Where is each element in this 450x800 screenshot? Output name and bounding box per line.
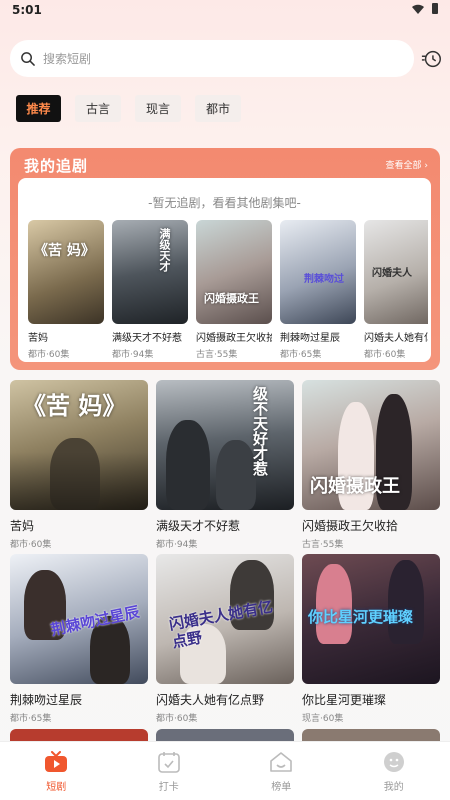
drama-title: 荆棘吻过星辰 <box>10 693 83 707</box>
drama-poster: 你比星河更璀璨 <box>302 554 440 684</box>
tv-icon <box>45 751 68 772</box>
tab-modern[interactable]: 现言 <box>135 95 181 122</box>
tab-ancient[interactable]: 古言 <box>75 95 121 122</box>
poster-shade <box>10 451 148 510</box>
poster-figure <box>316 564 352 644</box>
battery-icon <box>432 3 438 14</box>
poster-figure <box>166 420 210 510</box>
nav-label: 我的 <box>383 782 404 793</box>
drama-poster: 闪婚摄政王 <box>302 380 440 510</box>
profile-face-icon <box>383 752 404 772</box>
drama-title: 苦妈 <box>10 519 35 533</box>
mini-drama-title: 闪婚摄政王欠收拾 <box>196 333 272 344</box>
status-icons <box>412 3 438 14</box>
poster-title-art: 闪婚夫人 <box>372 268 412 279</box>
mini-drama-card[interactable]: 荆棘吻过 荆棘吻过星辰 都市·65集 <box>280 220 356 360</box>
nav-profile[interactable]: 我的 <box>338 742 450 800</box>
status-bar: 5:01 <box>0 0 450 22</box>
drama-poster: 《苦 妈》 <box>28 220 104 324</box>
ranking-house-icon <box>270 752 293 772</box>
drama-poster: 闪婚摄政王 <box>196 220 272 324</box>
drama-meta: 古言·55集 <box>302 540 344 550</box>
poster-title-art: 荆棘吻过 <box>304 274 344 285</box>
drama-card[interactable]: 荆棘吻过星辰 荆棘吻过星辰 都市·65集 <box>10 554 148 724</box>
drama-title: 你比星河更璀璨 <box>302 693 387 707</box>
poster-title-art: 你比星河更璀璨 <box>308 608 414 626</box>
mini-drama-card[interactable]: 闪婚摄政王 闪婚摄政王欠收拾 古言·55集 <box>196 220 272 360</box>
mini-drama-meta: 都市·60集 <box>364 350 406 360</box>
mini-drama-card[interactable]: 满级天才 满级天才不好惹 都市·94集 <box>112 220 188 360</box>
drama-title: 闪婚夫人她有亿点野 <box>156 693 265 707</box>
view-all-link[interactable]: 查看全部 › <box>386 158 428 171</box>
mini-drama-meta: 都市·60集 <box>28 350 70 360</box>
mini-drama-card[interactable]: 闪婚夫人 闪婚夫人她有亿点野 都市·60集 <box>364 220 428 360</box>
poster-title-art: 级不天好才惹 <box>251 386 269 476</box>
mini-drama-title: 苦妈 <box>28 333 48 344</box>
drama-title: 满级天才不好惹 <box>156 519 241 533</box>
my-follows-content: -暂无追剧，看看其他剧集吧- 《苦 妈》 苦妈 都市·60集 满级天才 满级天才… <box>18 178 431 362</box>
drama-card[interactable]: 闪婚夫人她有亿点野 闪婚夫人她有亿点野 都市·60集 <box>156 554 294 724</box>
drama-meta: 都市·65集 <box>10 714 52 724</box>
mini-drama-title: 荆棘吻过星辰 <box>280 333 340 344</box>
nav-label: 短剧 <box>46 782 67 793</box>
poster-title-art: 《苦 妈》 <box>22 391 127 420</box>
mini-drama-meta: 都市·94集 <box>112 350 154 360</box>
mini-drama-title: 满级天才不好惹 <box>112 333 182 344</box>
drama-title: 闪婚摄政王欠收拾 <box>302 519 399 533</box>
drama-card[interactable]: 级不天好才惹 满级天才不好惹 都市·94集 <box>156 380 294 550</box>
my-follows-panel: 我的追剧 查看全部 › -暂无追剧，看看其他剧集吧- 《苦 妈》 苦妈 都市·6… <box>10 148 440 370</box>
drama-poster: 级不天好才惹 <box>156 380 294 510</box>
status-time: 5:01 <box>12 3 42 17</box>
drama-poster: 闪婚夫人她有亿点野 <box>156 554 294 684</box>
drama-meta: 都市·60集 <box>156 714 198 724</box>
drama-card[interactable]: 《苦 妈》 苦妈 都市·60集 <box>10 380 148 550</box>
drama-card[interactable]: 你比星河更璀璨 你比星河更璀璨 现言·60集 <box>302 554 440 724</box>
search-box[interactable] <box>10 40 414 77</box>
mini-drama-card[interactable]: 《苦 妈》 苦妈 都市·60集 <box>28 220 104 360</box>
nav-label: 打卡 <box>158 782 179 793</box>
wifi-icon <box>412 4 424 14</box>
poster-figure <box>388 560 424 644</box>
nav-checkin[interactable]: 打卡 <box>113 742 226 800</box>
empty-follow-message: -暂无追剧，看看其他剧集吧- <box>148 196 301 210</box>
drama-poster: 荆棘吻过 <box>280 220 356 324</box>
poster-title-art: 满级天才 <box>158 228 171 272</box>
nav-ranking[interactable]: 榜单 <box>225 742 338 800</box>
drama-poster: 闪婚夫人 <box>364 220 428 324</box>
follow-suggestion-list: 《苦 妈》 苦妈 都市·60集 满级天才 满级天才不好惹 都市·94集 闪婚摄政… <box>28 220 428 360</box>
category-tabs: 推荐 古言 现言 都市 <box>16 95 241 122</box>
drama-poster: 荆棘吻过星辰 <box>10 554 148 684</box>
poster-title-art: 闪婚摄政王 <box>310 476 400 497</box>
mini-drama-meta: 都市·65集 <box>280 350 322 360</box>
bottom-navigation: 短剧 打卡 榜单 我的 <box>0 741 450 800</box>
search-input[interactable] <box>43 51 363 66</box>
drama-meta: 现言·60集 <box>302 714 344 724</box>
tab-urban[interactable]: 都市 <box>195 95 241 122</box>
mini-drama-title: 闪婚夫人她有亿点野 <box>364 333 428 344</box>
drama-poster: 满级天才 <box>112 220 188 324</box>
mini-drama-meta: 古言·55集 <box>196 350 238 360</box>
drama-meta: 都市·60集 <box>10 540 52 550</box>
my-follows-title: 我的追剧 <box>24 157 89 175</box>
drama-meta: 都市·94集 <box>156 540 198 550</box>
tab-recommend[interactable]: 推荐 <box>16 95 61 122</box>
history-icon[interactable] <box>421 48 443 70</box>
nav-shortdrama[interactable]: 短剧 <box>0 742 113 800</box>
search-row <box>10 40 443 78</box>
drama-poster: 《苦 妈》 <box>10 380 148 510</box>
poster-title-art: 闪婚摄政王 <box>204 292 259 305</box>
calendar-check-icon <box>157 752 180 773</box>
drama-card[interactable]: 闪婚摄政王 闪婚摄政王欠收拾 古言·55集 <box>302 380 440 550</box>
search-icon <box>21 52 35 66</box>
poster-title-art: 《苦 妈》 <box>34 243 95 259</box>
nav-label: 榜单 <box>271 782 292 793</box>
